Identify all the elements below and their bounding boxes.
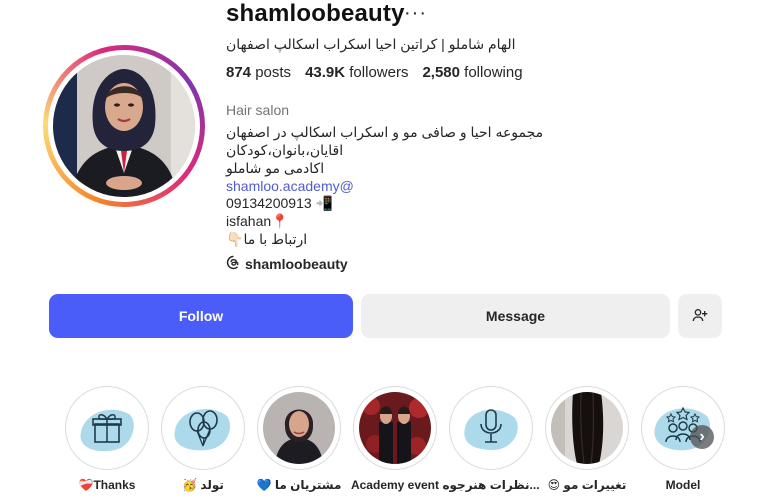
more-options-icon[interactable]: ···: [404, 2, 427, 25]
suggested-accounts-button[interactable]: [678, 294, 722, 338]
highlight-model[interactable]: Model: [641, 386, 725, 492]
highlight-customers[interactable]: 💙 مشتریان ما: [257, 386, 341, 492]
message-button[interactable]: Message: [361, 294, 670, 338]
bio-line-3: اکادمی مو شاملو: [226, 160, 325, 176]
bio-phone: 09134200913 📲: [226, 195, 333, 211]
phone-emoji-icon: 📲: [315, 195, 333, 211]
highlight-academy-event[interactable]: Academy event: [351, 386, 439, 492]
profile-stats: 874 posts 43.9K followers 2,580 following: [226, 64, 523, 81]
highlight-thanks[interactable]: ❤️‍🩹Thanks: [65, 386, 149, 492]
microphone-icon: [455, 392, 527, 464]
highlight-birthday[interactable]: 🥳 تولد: [161, 386, 245, 492]
profile-username: shamloobeauty: [226, 0, 405, 27]
profile-full-name: الهام شاملو | کراتین احیا اسکراب اسکالپ …: [226, 36, 516, 52]
customer-photo: [263, 392, 335, 464]
event-photo: [359, 392, 431, 464]
profile-category: Hair salon: [226, 102, 290, 118]
chevron-right-icon: ›: [699, 428, 705, 445]
bio-link[interactable]: shamloo.academy@: [226, 178, 354, 194]
bio-line-1: مجموعه احیا و صافی مو و اسکراب اسکالپ در…: [226, 124, 544, 140]
bio-contact: 👇🏻ارتباط با ما: [226, 231, 308, 247]
bio-city: isfahan📍: [226, 213, 289, 229]
avatar-photo: [53, 55, 195, 197]
threads-link[interactable]: shamloobeauty: [226, 255, 348, 273]
highlight-hair-changes[interactable]: 😍 تغییرات مو: [545, 386, 629, 492]
threads-handle: shamloobeauty: [245, 256, 348, 272]
hair-photo: [551, 392, 623, 464]
gift-icon: [71, 392, 143, 464]
profile-avatar[interactable]: [43, 45, 205, 207]
following-stat[interactable]: 2,580 following: [422, 64, 522, 81]
follow-button[interactable]: Follow: [49, 294, 353, 338]
highlights-next-button[interactable]: ›: [690, 425, 714, 449]
pointing-down-emoji-icon: 👇🏻: [226, 231, 244, 247]
add-person-icon: [692, 307, 708, 326]
balloons-icon: [167, 392, 239, 464]
highlight-label: Model: [665, 478, 701, 492]
posts-stat[interactable]: 874 posts: [226, 64, 291, 81]
highlight-student-reviews[interactable]: ...نظرات هنرجوه: [442, 386, 540, 492]
bio-line-2: اقایان،بانوان،کودکان: [226, 142, 344, 158]
threads-icon: [226, 255, 241, 273]
pin-emoji-icon: 📍: [271, 213, 289, 229]
followers-stat[interactable]: 43.9K followers: [305, 64, 408, 81]
